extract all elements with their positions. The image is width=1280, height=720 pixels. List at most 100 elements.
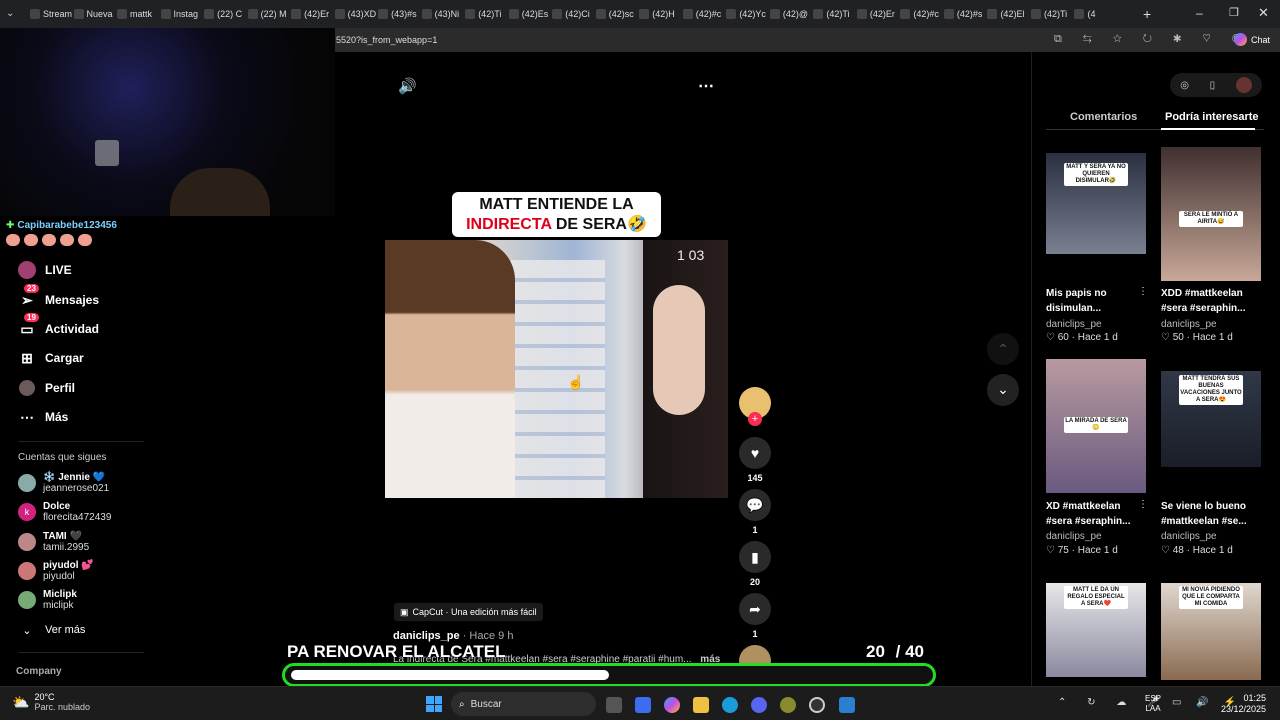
browser-tab[interactable]: (43)Ni bbox=[421, 4, 464, 24]
browser-tab[interactable]: (42)Yc bbox=[726, 4, 768, 24]
sidebar-item-activity[interactable]: ▭ 19 Actividad bbox=[18, 313, 99, 341]
sidebar-item-live[interactable]: LIVE bbox=[18, 258, 72, 282]
obs-icon[interactable] bbox=[809, 697, 825, 713]
comment-button[interactable]: 💬 bbox=[739, 489, 771, 521]
browser-tab[interactable]: (42)Ti bbox=[1030, 4, 1073, 24]
following-account[interactable]: Miclipk miclipk bbox=[18, 587, 77, 613]
company-link[interactable]: Company bbox=[16, 666, 62, 677]
browser-tab[interactable]: (42)H bbox=[639, 4, 681, 24]
video-thumbnail[interactable]: MATT Y SERA YA NO QUIEREN DISIMULAR🤣 bbox=[1046, 153, 1146, 254]
weather-widget[interactable]: ⛅ 20°C Parc. nublado bbox=[12, 692, 90, 712]
browser-tab[interactable]: (42)Es bbox=[508, 4, 551, 24]
video-thumbnail[interactable]: MATT LE DA UN REGALO ESPECIAL A SERA❤️ bbox=[1046, 583, 1146, 677]
browser-tab[interactable]: (42)#s bbox=[943, 4, 986, 24]
new-tab-button[interactable]: + bbox=[1143, 6, 1151, 22]
follow-plus-icon[interactable]: + bbox=[748, 412, 762, 426]
video-caption[interactable]: Se viene lo bueno #mattkeelan #se... bbox=[1161, 499, 1261, 529]
following-account[interactable]: TAMI 🖤 tamii.2995 bbox=[18, 529, 89, 555]
capcut-tag[interactable]: ▣ CapCut · Una edición más fácil bbox=[394, 603, 543, 621]
sidebar-item-upload[interactable]: ⊞ Cargar bbox=[18, 346, 84, 370]
tab-favicon-icon bbox=[813, 9, 824, 19]
browser-tab[interactable]: (22) C bbox=[204, 4, 246, 24]
video-author[interactable]: daniclips_pe bbox=[393, 630, 460, 642]
video-thumbnail[interactable]: MI NOVIA PIDIENDO QUE LE COMPARTA MI COM… bbox=[1161, 583, 1261, 680]
browser-tab[interactable]: Instag bbox=[160, 4, 203, 24]
browser-tab[interactable]: (42)Ti bbox=[465, 4, 507, 24]
video-caption[interactable]: Mis papis no disimulan... bbox=[1046, 286, 1146, 316]
device-icon[interactable]: ▯ bbox=[1210, 80, 1216, 91]
tab-interest[interactable]: Podría interesarte bbox=[1165, 111, 1259, 123]
discord-icon[interactable] bbox=[751, 697, 767, 713]
video-thumbnail[interactable]: MATT TENDRÁ SUS BUENAS VACACIONES JUNTO … bbox=[1161, 371, 1261, 467]
browser-tab[interactable]: (42)#c bbox=[900, 4, 942, 24]
more-options-icon[interactable]: ⋮ bbox=[1138, 499, 1148, 510]
browser-tab[interactable]: (42)Er bbox=[291, 4, 333, 24]
keyboard-layout: LAA bbox=[1145, 704, 1161, 713]
start-button[interactable] bbox=[426, 696, 442, 712]
video-author[interactable]: daniclips_pe bbox=[1046, 531, 1102, 542]
nav-down-button[interactable]: ⌄ bbox=[987, 374, 1019, 406]
browser-tab[interactable]: (42)Ci bbox=[552, 4, 594, 24]
tab-comments[interactable]: Comentarios bbox=[1070, 111, 1137, 123]
share-button[interactable]: ➦ bbox=[739, 593, 771, 625]
copilot-chat-button[interactable]: Chat bbox=[1234, 33, 1270, 46]
url-text[interactable]: 5520?is_from_webapp=1 bbox=[336, 35, 437, 45]
app-icon[interactable] bbox=[780, 697, 796, 713]
minimize-button[interactable]: – bbox=[1196, 6, 1203, 20]
video-thumbnail[interactable]: LA MIRADA DE SERA😳 bbox=[1046, 359, 1146, 493]
comment-count: 1 bbox=[752, 525, 758, 535]
close-window-button[interactable]: ✕ bbox=[1258, 5, 1269, 21]
browser-tab[interactable]: (43)XD bbox=[334, 4, 376, 24]
browser-tab[interactable]: (42)@ bbox=[769, 4, 812, 24]
browser-tab[interactable]: Stream bbox=[30, 4, 72, 24]
nav-up-button[interactable]: ⌃ bbox=[987, 333, 1019, 365]
edge-icon[interactable] bbox=[722, 697, 738, 713]
volume-icon[interactable]: 🔊 bbox=[398, 77, 417, 95]
browser-tab[interactable]: (42)El bbox=[987, 4, 1029, 24]
browser-tab[interactable]: (43)#s bbox=[378, 4, 420, 24]
clock[interactable]: 01:25 23/12/2025 bbox=[1220, 693, 1266, 715]
compass-icon[interactable]: ◎ bbox=[1180, 80, 1189, 91]
browser-tab[interactable]: (22) M bbox=[247, 4, 290, 24]
following-account[interactable]: ❄️ Jennie 💙 jeannerose021 bbox=[18, 470, 109, 496]
like-button[interactable]: ♥ bbox=[739, 437, 771, 469]
store-icon[interactable] bbox=[635, 697, 651, 713]
sidebar-item-profile[interactable]: Perfil bbox=[18, 376, 75, 400]
following-account[interactable]: piyudol 💕 piyudol bbox=[18, 558, 94, 584]
copilot-icon[interactable] bbox=[664, 697, 680, 713]
more-options-icon[interactable]: ⋮ bbox=[1138, 286, 1148, 297]
profile-avatar-icon[interactable] bbox=[1235, 77, 1252, 93]
person-left bbox=[385, 240, 515, 498]
see-more-button[interactable]: ⌄ Ver más bbox=[18, 618, 85, 642]
browser-tab[interactable]: (4 bbox=[1074, 4, 1116, 24]
browser-tab[interactable]: (42)sc bbox=[595, 4, 638, 24]
video-frame[interactable]: 1 03 ☝ bbox=[385, 240, 728, 498]
maximize-button[interactable]: ❐ bbox=[1229, 6, 1239, 19]
file-explorer-icon[interactable] bbox=[693, 697, 709, 713]
tab-menu-icon[interactable]: ⌄ bbox=[6, 8, 14, 19]
sidebar-item-more[interactable]: ⋯ Más bbox=[18, 405, 68, 429]
browser-tab[interactable]: (42)Ti bbox=[813, 4, 855, 24]
tab-label: Instag bbox=[173, 9, 199, 19]
save-button[interactable]: ▮ bbox=[739, 541, 771, 573]
following-account[interactable]: k Dolce florecita472439 bbox=[18, 499, 111, 525]
browser-tab[interactable]: Nueva bbox=[73, 4, 116, 24]
video-thumbnail[interactable]: SERA LE MINTIÓ A AIRITA😅 bbox=[1161, 147, 1261, 281]
more-options-icon[interactable]: ⋯ bbox=[698, 76, 714, 96]
browser-tab[interactable]: (42)Er bbox=[856, 4, 899, 24]
app-icon[interactable] bbox=[839, 697, 855, 713]
video-author[interactable]: daniclips_pe bbox=[1161, 319, 1217, 330]
sidebar-item-messages[interactable]: ➢ 23 Mensajes bbox=[18, 284, 99, 312]
account-username: miclipk bbox=[43, 600, 74, 611]
browser-tab[interactable]: mattk bbox=[117, 4, 159, 24]
taskbar-search[interactable]: ⌕ Buscar bbox=[451, 692, 596, 716]
tab-label: (42)Er bbox=[304, 9, 330, 19]
video-author[interactable]: daniclips_pe bbox=[1161, 531, 1217, 542]
video-author[interactable]: daniclips_pe bbox=[1046, 319, 1102, 330]
title-line-2: INDIRECTA DE SERA🤣 bbox=[452, 215, 661, 235]
video-caption[interactable]: XDD #mattkeelan #sera #seraphin... bbox=[1161, 286, 1261, 316]
language-indicator[interactable]: ESP LAA bbox=[1145, 694, 1161, 714]
video-caption[interactable]: XD #mattkeelan #sera #seraphin... bbox=[1046, 499, 1146, 529]
browser-tab[interactable]: (42)#c bbox=[682, 4, 725, 24]
task-view-icon[interactable] bbox=[606, 697, 622, 713]
